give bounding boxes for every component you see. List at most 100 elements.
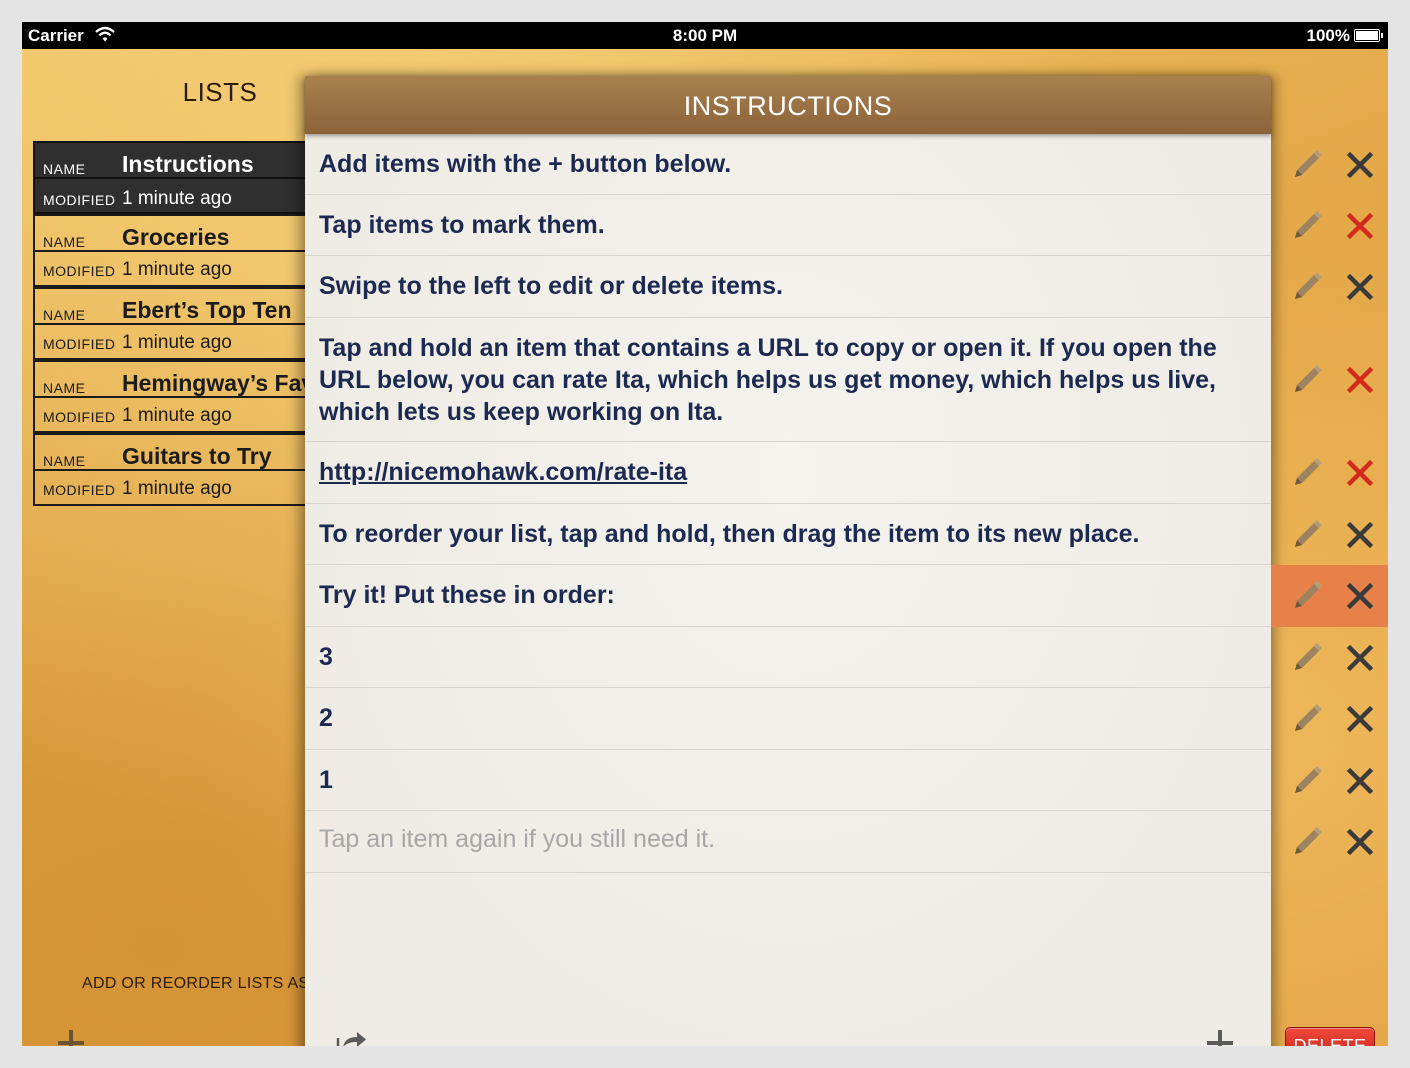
- modified-tag: MODIFIED: [43, 409, 116, 425]
- list-name: Groceries: [122, 224, 230, 250]
- list-entry[interactable]: NAME Guitars to Try MODIFIED 1 minute ago: [33, 433, 333, 506]
- list-name: Hemingway’s Favorites: [122, 370, 333, 396]
- modified-tag: MODIFIED: [43, 336, 116, 352]
- list-modified-row: MODIFIED 1 minute ago: [33, 250, 333, 287]
- modified-tag: MODIFIED: [43, 482, 116, 498]
- note-item-text: Tap items to mark them.: [319, 211, 605, 239]
- list-modified-row: MODIFIED 1 minute ago: [33, 323, 333, 360]
- list-name: Ebert’s Top Ten: [122, 297, 292, 323]
- pencil-icon[interactable]: [1289, 269, 1325, 305]
- pencil-icon[interactable]: [1289, 208, 1325, 244]
- battery-percent: 100%: [1306, 26, 1350, 45]
- delete-x-icon[interactable]: [1345, 704, 1375, 734]
- item-action-row: [1271, 134, 1388, 195]
- pencil-icon[interactable]: [1289, 147, 1325, 183]
- new-item-input[interactable]: [319, 823, 1219, 855]
- item-action-row: [1271, 442, 1388, 504]
- pencil-icon[interactable]: [1289, 824, 1325, 860]
- list-name-row: NAME Groceries: [33, 214, 333, 252]
- note-item[interactable]: Tap items to mark them.: [305, 195, 1271, 256]
- list-modified-row: MODIFIED 1 minute ago: [33, 469, 333, 506]
- pencil-icon[interactable]: [1289, 362, 1325, 398]
- clock: 8:00 PM: [672, 26, 738, 45]
- delete-button[interactable]: DELETE: [1285, 1027, 1375, 1046]
- list-name-row: NAME Ebert’s Top Ten: [33, 287, 333, 325]
- name-tag: NAME: [43, 307, 86, 323]
- note-item[interactable]: 1: [305, 750, 1271, 811]
- add-list-plus-icon[interactable]: [55, 1027, 87, 1046]
- pencil-icon[interactable]: [1289, 517, 1325, 553]
- delete-x-icon[interactable]: [1345, 766, 1375, 796]
- item-action-row: [1271, 811, 1388, 873]
- delete-x-icon[interactable]: [1345, 520, 1375, 550]
- note-item-link[interactable]: http://nicemohawk.com/rate-ita: [305, 442, 1271, 504]
- delete-x-icon[interactable]: [1345, 211, 1375, 241]
- list-name: Guitars to Try: [122, 443, 272, 469]
- list-modified-row: MODIFIED 1 minute ago: [33, 396, 333, 433]
- list-name-row: NAME Hemingway’s Favorites: [33, 360, 333, 398]
- delete-x-icon[interactable]: [1345, 643, 1375, 673]
- item-action-row: [1271, 688, 1388, 750]
- pencil-icon[interactable]: [1289, 640, 1325, 676]
- share-icon[interactable]: [335, 1026, 369, 1046]
- ipad-screen: Carrier 8:00 PM 100% LISTS NAME Instructi…: [22, 22, 1388, 1046]
- item-action-row: [1271, 627, 1388, 688]
- delete-x-icon[interactable]: [1345, 150, 1375, 180]
- list-name-row: NAME Instructions: [33, 141, 333, 179]
- note-item-text: 1: [319, 766, 333, 794]
- list-modified: 1 minute ago: [122, 188, 232, 209]
- pencil-icon[interactable]: [1289, 701, 1325, 737]
- lists-pane: NAME Instructions MODIFIED 1 minute ago NAME…: [33, 141, 333, 506]
- note-item[interactable]: Try it! Put these in order:: [305, 565, 1271, 627]
- item-action-row: [1271, 504, 1388, 565]
- note-item[interactable]: Add items with the + button below.: [305, 134, 1271, 195]
- name-tag: NAME: [43, 161, 86, 177]
- list-entry[interactable]: NAME Ebert’s Top Ten MODIFIED 1 minute ago: [33, 287, 333, 360]
- name-tag: NAME: [43, 234, 86, 250]
- note-item[interactable]: 3: [305, 627, 1271, 688]
- list-name-row: NAME Guitars to Try: [33, 433, 333, 471]
- pencil-icon[interactable]: [1289, 763, 1325, 799]
- modified-tag: MODIFIED: [43, 263, 116, 279]
- item-action-row: [1271, 195, 1388, 256]
- note-panel: INSTRUCTIONS Add items with the + button…: [305, 76, 1271, 1046]
- note-item[interactable]: To reorder your list, tap and hold, then…: [305, 504, 1271, 565]
- pencil-icon[interactable]: [1289, 455, 1325, 491]
- pencil-icon[interactable]: [1289, 578, 1325, 614]
- list-entry[interactable]: NAME Hemingway’s Favorites MODIFIED 1 minut…: [33, 360, 333, 433]
- add-item-plus-icon[interactable]: [1205, 1028, 1235, 1046]
- note-item-text: To reorder your list, tap and hold, then…: [319, 520, 1140, 548]
- note-title: INSTRUCTIONS: [305, 76, 1271, 134]
- list-modified: 1 minute ago: [122, 259, 232, 280]
- battery-icon: [1354, 29, 1383, 42]
- note-item[interactable]: 2: [305, 688, 1271, 750]
- note-item-text: 3: [319, 643, 333, 671]
- item-actions-column: [1271, 134, 1388, 873]
- delete-x-icon[interactable]: [1345, 827, 1375, 857]
- list-entry[interactable]: NAME Instructions MODIFIED 1 minute ago: [33, 141, 333, 214]
- name-tag: NAME: [43, 380, 86, 396]
- delete-x-icon[interactable]: [1345, 272, 1375, 302]
- note-items: Add items with the + button below. Tap it…: [305, 134, 1271, 873]
- list-entry[interactable]: NAME Groceries MODIFIED 1 minute ago: [33, 214, 333, 287]
- list-modified-row: MODIFIED 1 minute ago: [33, 177, 333, 214]
- modified-tag: MODIFIED: [43, 192, 116, 208]
- note-item[interactable]: Swipe to the left to edit or delete item…: [305, 256, 1271, 318]
- name-tag: NAME: [43, 453, 86, 469]
- status-bar: Carrier 8:00 PM 100%: [22, 22, 1388, 49]
- delete-x-icon[interactable]: [1345, 581, 1375, 611]
- lists-hint: ADD OR REORDER LISTS AS NEEDED: [82, 975, 306, 992]
- new-item-row[interactable]: [305, 811, 1271, 873]
- note-item-text: Tap and hold an item that contains a URL…: [319, 334, 1217, 426]
- list-modified: 1 minute ago: [122, 405, 232, 426]
- item-action-row: [1271, 318, 1388, 442]
- item-action-row: [1271, 565, 1388, 627]
- note-item-text: Try it! Put these in order:: [319, 581, 615, 609]
- list-modified: 1 minute ago: [122, 478, 232, 499]
- list-modified: 1 minute ago: [122, 332, 232, 353]
- parchment-background: LISTS NAME Instructions MODIFIED 1 minute a…: [22, 49, 1388, 1046]
- note-item-text: Swipe to the left to edit or delete item…: [319, 272, 783, 300]
- delete-x-icon[interactable]: [1345, 365, 1375, 395]
- delete-x-icon[interactable]: [1345, 458, 1375, 488]
- note-item[interactable]: Tap and hold an item that contains a URL…: [305, 318, 1271, 442]
